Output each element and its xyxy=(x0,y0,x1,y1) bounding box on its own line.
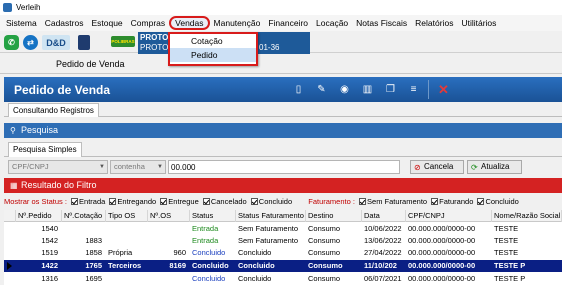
filter-faturando[interactable]: Faturando xyxy=(429,197,473,206)
col-header-cpf-cnpj[interactable]: CPF/CNPJ xyxy=(406,210,492,222)
table-row[interactable]: 1540 Entrada Sem Faturamento Consumo 10/… xyxy=(4,223,562,235)
menu-sistema[interactable]: Sistema xyxy=(2,16,41,30)
search-row: CPF/CNPJ ▼ contenha ▼ ⊘Cancela ⟳Atualiza xyxy=(4,160,562,176)
search-field-value: CPF/CNPJ xyxy=(12,162,49,171)
billing-filter-label: Faturamento : xyxy=(308,197,355,206)
update-button[interactable]: ⟳ Atualiza xyxy=(467,160,522,174)
menu-lines-icon[interactable]: ≡ xyxy=(406,82,421,97)
search-tabstrip: Pesquisa Simples xyxy=(4,142,562,157)
form-tabbar: Pedido de Venda xyxy=(0,54,562,74)
grid-header-row: Nº.Pedido Nº.Cotação Tipo OS Nº.OS Statu… xyxy=(4,210,562,222)
table-row[interactable]: 1542 1883 Entrada Sem Faturamento Consum… xyxy=(4,235,562,247)
chevron-down-icon: ▼ xyxy=(157,164,163,170)
menu-estoque[interactable]: Estoque xyxy=(87,16,126,30)
page-title: Pedido de Venda xyxy=(14,83,111,97)
menu-notas-fiscais[interactable]: Notas Fiscais xyxy=(352,16,411,30)
update-label: Atualiza xyxy=(481,162,510,171)
col-header-status-faturamento[interactable]: Status Faturamento xyxy=(236,210,306,222)
title-bar: Verleih xyxy=(0,0,562,15)
search-field-combo[interactable]: CPF/CNPJ ▼ xyxy=(8,160,108,174)
tab-consultando-registros[interactable]: Consultando Registros xyxy=(8,103,99,117)
status-filter-row: Mostrar os Status : Entrada Entregando E… xyxy=(4,197,562,209)
brand-logo: POLIBRAS xyxy=(111,36,135,47)
filter-concluido[interactable]: Concluido xyxy=(249,197,292,206)
new-document-icon[interactable]: ▯ xyxy=(291,82,306,97)
company-number: 01-36 xyxy=(259,43,280,52)
filter-billing-concluido[interactable]: Concluido xyxy=(475,197,519,206)
toolbar-divider xyxy=(428,80,429,99)
menu-cadastros[interactable]: Cadastros xyxy=(41,16,88,30)
form-header: Pedido de Venda ▯ ✎ ◉ ▥ ❐ ≡ ✕ xyxy=(4,77,562,102)
vendas-dropdown-menu: Cotação Pedido xyxy=(168,32,258,66)
checkbox[interactable] xyxy=(250,198,258,205)
mode-tabstrip: Consultando Registros xyxy=(4,103,562,117)
close-x-icon[interactable]: ✕ xyxy=(436,82,451,97)
teamviewer-icon[interactable]: ⇄ xyxy=(23,35,38,50)
window-title: Verleih xyxy=(16,3,41,12)
filter-entrada[interactable]: Entrada xyxy=(69,197,105,206)
table-row[interactable]: 1519 1858 Própria 960 Concluido Concluid… xyxy=(4,247,562,259)
refresh-icon: ⟳ xyxy=(471,163,478,172)
results-section-title: Resultado do Filtro xyxy=(21,180,97,190)
search-key-icon: ⚲ xyxy=(10,126,16,135)
whatsapp-icon[interactable]: ✆ xyxy=(4,35,19,50)
col-header-status[interactable]: Status xyxy=(190,210,236,222)
search-operator-value: contenha xyxy=(114,162,145,171)
menu-manutencao[interactable]: Manutenção xyxy=(210,16,265,30)
col-header-data[interactable]: Data xyxy=(362,210,406,222)
results-grid[interactable]: Nº.Pedido Nº.Cotação Tipo OS Nº.OS Statu… xyxy=(4,210,562,285)
dd-logo-icon[interactable]: D&D xyxy=(42,35,70,50)
filter-sem-faturamento[interactable]: Sem Faturamento xyxy=(357,197,427,206)
menu-vendas[interactable]: Vendas xyxy=(169,16,210,30)
menu-compras[interactable]: Compras xyxy=(127,16,169,30)
col-header-os[interactable]: Nº.OS xyxy=(148,210,190,222)
col-header-pedido[interactable]: Nº.Pedido xyxy=(16,210,62,222)
search-operator-combo[interactable]: contenha ▼ xyxy=(110,160,166,174)
flag-icon[interactable] xyxy=(78,35,90,50)
menu-item-cotacao[interactable]: Cotação xyxy=(170,34,256,48)
cancel-label: Cancela xyxy=(424,162,454,171)
delete-trash-icon[interactable]: ▥ xyxy=(360,82,375,97)
menu-bar: Sistema Cadastros Estoque Compras Vendas… xyxy=(0,15,562,31)
checkbox[interactable] xyxy=(477,198,485,205)
menu-locacao[interactable]: Locação xyxy=(312,16,352,30)
col-header-tipo-os[interactable]: Tipo OS xyxy=(106,210,148,222)
checkbox[interactable] xyxy=(160,198,168,205)
menu-financeiro[interactable]: Financeiro xyxy=(264,16,312,30)
filter-entregue[interactable]: Entregue xyxy=(158,197,199,206)
row-pointer-icon xyxy=(7,262,12,270)
filter-entregando[interactable]: Entregando xyxy=(107,197,156,206)
cancel-icon: ⊘ xyxy=(414,163,421,172)
row-indicator-header xyxy=(4,210,16,222)
search-section-title: Pesquisa xyxy=(21,125,59,135)
col-header-nome[interactable]: Nome/Razão Social xyxy=(492,210,562,222)
cancel-button[interactable]: ⊘ Cancela xyxy=(410,160,464,174)
checkbox[interactable] xyxy=(359,198,367,205)
menu-utilitarios[interactable]: Utilitários xyxy=(457,16,500,30)
company-name: PROTO xyxy=(140,33,169,42)
app-icon xyxy=(3,3,12,12)
results-section-header[interactable]: ▦ Resultado do Filtro xyxy=(4,178,562,193)
search-section-header[interactable]: ⚲ Pesquisa xyxy=(4,123,562,138)
filter-cancelado[interactable]: Cancelado xyxy=(201,197,247,206)
menu-item-pedido[interactable]: Pedido xyxy=(170,48,256,62)
view-eye-icon[interactable]: ◉ xyxy=(337,82,352,97)
table-row[interactable]: 1316 1695 Concluido Concluido Consumo 06… xyxy=(4,273,562,285)
copy-document-icon[interactable]: ❐ xyxy=(383,82,398,97)
edit-pencil-icon[interactable]: ✎ xyxy=(314,82,329,97)
status-filter-label: Mostrar os Status : xyxy=(4,197,67,206)
tab-pedido-de-venda[interactable]: Pedido de Venda xyxy=(56,59,125,69)
table-row-selected[interactable]: 1422 1765 Terceiros 8169 Concluido Concl… xyxy=(4,260,562,272)
checkbox[interactable] xyxy=(202,198,210,205)
chevron-down-icon: ▼ xyxy=(99,164,105,170)
checkbox[interactable] xyxy=(71,198,79,205)
grid-icon: ▦ xyxy=(10,181,18,190)
checkbox[interactable] xyxy=(431,198,439,205)
col-header-cotacao[interactable]: Nº.Cotação xyxy=(62,210,106,222)
search-input[interactable] xyxy=(168,160,400,174)
menu-relatorios[interactable]: Relatórios xyxy=(411,16,457,30)
col-header-destino[interactable]: Destino xyxy=(306,210,362,222)
tab-pesquisa-simples[interactable]: Pesquisa Simples xyxy=(8,142,82,157)
checkbox[interactable] xyxy=(109,198,117,205)
